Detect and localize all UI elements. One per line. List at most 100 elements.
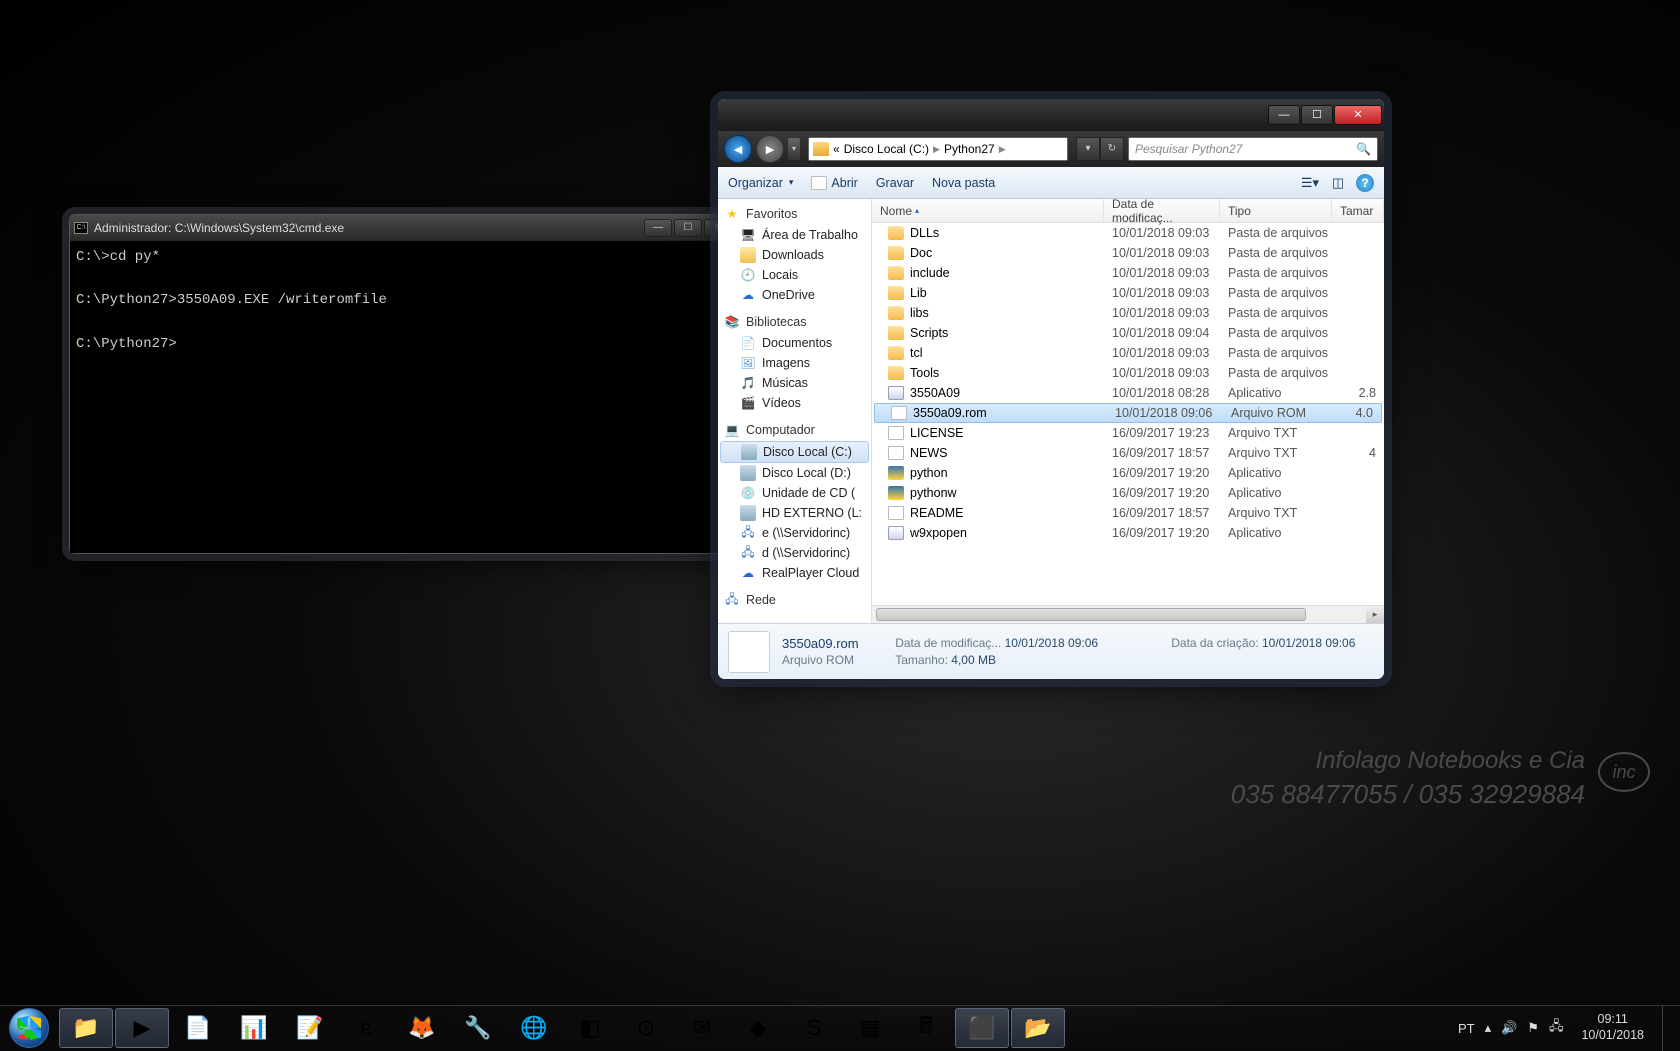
column-name[interactable]: Nome▴ — [872, 199, 1104, 222]
new-folder-button[interactable]: Nova pasta — [932, 176, 995, 190]
cmd-body[interactable]: C:\>cd py* C:\Python27>3550A09.EXE /writ… — [70, 241, 736, 553]
file-row[interactable]: 3550A0910/01/2018 08:28Aplicativo2.8 — [872, 383, 1384, 403]
sidebar-item-pictures[interactable]: 🖼Imagens — [718, 353, 871, 373]
sidebar-item-recent[interactable]: 🕘Locais — [718, 265, 871, 285]
breadcrumb-1[interactable]: Python27 — [944, 142, 995, 156]
taskbar-app-word[interactable]: 📝 — [283, 1008, 337, 1048]
file-row[interactable]: DLLs10/01/2018 09:03Pasta de arquivos — [872, 223, 1384, 243]
flag-icon[interactable]: ⚑ — [1527, 1020, 1539, 1036]
file-row[interactable]: Scripts10/01/2018 09:04Pasta de arquivos — [872, 323, 1384, 343]
file-list[interactable]: DLLs10/01/2018 09:03Pasta de arquivosDoc… — [872, 223, 1384, 605]
taskbar-app-mail[interactable]: ✉ — [675, 1008, 729, 1048]
sidebar-item-drive-d[interactable]: Disco Local (D:) — [718, 463, 871, 483]
refresh-button[interactable]: ↻ — [1100, 137, 1124, 161]
file-row[interactable]: NEWS16/09/2017 18:57Arquivo TXT4 — [872, 443, 1384, 463]
sidebar-item-documents[interactable]: 📄Documentos — [718, 333, 871, 353]
taskbar-app-doc[interactable]: 📄 — [171, 1008, 225, 1048]
taskbar-app-ie[interactable]: e — [339, 1008, 393, 1048]
sidebar-item-cd[interactable]: 💿Unidade de CD ( — [718, 483, 871, 503]
organize-menu[interactable]: Organizar — [728, 176, 793, 190]
preview-pane-button[interactable]: ◫ — [1328, 174, 1348, 192]
taskbar-app-cmd[interactable]: ⬛ — [955, 1008, 1009, 1048]
file-row[interactable]: include10/01/2018 09:03Pasta de arquivos — [872, 263, 1384, 283]
taskbar-app-media[interactable]: ▶ — [115, 1008, 169, 1048]
file-name: DLLs — [910, 226, 939, 240]
taskbar-app-excel[interactable]: 📊 — [227, 1008, 281, 1048]
sidebar-item-hdext[interactable]: HD EXTERNO (L: — [718, 503, 871, 523]
sidebar-item-videos[interactable]: 🎬Vídeos — [718, 393, 871, 413]
taskbar-clock[interactable]: 09:11 10/01/2018 — [1573, 1012, 1652, 1043]
nav-history-dropdown[interactable]: ▾ — [788, 138, 800, 160]
view-mode-button[interactable]: ☰▾ — [1300, 174, 1320, 192]
chevron-right-icon[interactable]: ▶ — [933, 144, 940, 155]
start-button[interactable] — [0, 1006, 58, 1051]
clock-time: 09:11 — [1581, 1012, 1644, 1028]
sidebar-item-onedrive[interactable]: ☁OneDrive — [718, 285, 871, 305]
file-row[interactable]: Tools10/01/2018 09:03Pasta de arquivos — [872, 363, 1384, 383]
sidebar-item-netdrive-e[interactable]: 🖧e (\\Servidorinc) — [718, 523, 871, 543]
file-type: Aplicativo — [1220, 486, 1332, 500]
network-tray-icon[interactable]: 🖧 — [1549, 1017, 1564, 1039]
sidebar-item-drive-c[interactable]: Disco Local (C:) — [720, 441, 869, 463]
sidebar-item-desktop[interactable]: 🖥Área de Trabalho — [718, 225, 871, 245]
file-row[interactable]: pythonw16/09/2017 19:20Aplicativo — [872, 483, 1384, 503]
taskbar-app-teamviewer[interactable]: ⊙ — [619, 1008, 673, 1048]
volume-icon[interactable]: 🔊 — [1501, 1020, 1517, 1036]
search-input[interactable]: Pesquisar Python27 🔍 — [1128, 137, 1378, 161]
taskbar-app-app3[interactable]: ▦ — [843, 1008, 897, 1048]
file-row[interactable]: README16/09/2017 18:57Arquivo TXT — [872, 503, 1384, 523]
cmd-maximize-button[interactable]: ☐ — [674, 219, 702, 237]
chevron-right-icon[interactable]: ▶ — [999, 144, 1006, 155]
sidebar-favorites-header[interactable]: ★Favoritos — [718, 203, 871, 225]
taskbar-app-skype[interactable]: S — [787, 1008, 841, 1048]
breadcrumb-0[interactable]: Disco Local (C:) — [844, 142, 929, 156]
address-bar[interactable]: « Disco Local (C:) ▶ Python27 ▶ — [808, 137, 1068, 161]
sidebar-item-downloads[interactable]: Downloads — [718, 245, 871, 265]
column-size[interactable]: Tamar — [1332, 199, 1384, 222]
file-size: 4 — [1332, 446, 1384, 460]
taskbar-app-app2[interactable]: ◆ — [731, 1008, 785, 1048]
burn-button[interactable]: Gravar — [876, 176, 914, 190]
nav-forward-button[interactable]: ► — [756, 135, 784, 163]
column-date[interactable]: Data de modificaç... — [1104, 199, 1220, 222]
taskbar-app-chrome[interactable]: 🌐 — [507, 1008, 561, 1048]
taskbar-app-calc[interactable]: 🖩 — [899, 1008, 953, 1048]
show-desktop-button[interactable] — [1662, 1006, 1674, 1051]
sidebar-item-music[interactable]: 🎵Músicas — [718, 373, 871, 393]
sidebar-computer-header[interactable]: 💻Computador — [718, 419, 871, 441]
language-indicator[interactable]: PT — [1458, 1021, 1475, 1036]
scroll-thumb[interactable] — [876, 608, 1306, 621]
scroll-right-icon[interactable]: ▸ — [1366, 606, 1384, 623]
file-row[interactable]: LICENSE16/09/2017 19:23Arquivo TXT — [872, 423, 1384, 443]
column-type[interactable]: Tipo — [1220, 199, 1332, 222]
explorer-maximize-button[interactable]: ☐ — [1301, 105, 1333, 125]
horizontal-scrollbar[interactable]: ▸ — [872, 605, 1384, 623]
nav-back-button[interactable]: ◄ — [724, 135, 752, 163]
sidebar-libraries-header[interactable]: 📚Bibliotecas — [718, 311, 871, 333]
cmd-titlebar[interactable]: C:\ Administrador: C:\Windows\System32\c… — [70, 215, 736, 241]
taskbar-app-tool[interactable]: 🔧 — [451, 1008, 505, 1048]
file-row[interactable]: tcl10/01/2018 09:03Pasta de arquivos — [872, 343, 1384, 363]
sidebar-item-netdrive-d[interactable]: 🖧d (\\Servidorinc) — [718, 543, 871, 563]
file-row[interactable]: python16/09/2017 19:20Aplicativo — [872, 463, 1384, 483]
file-row[interactable]: 3550a09.rom10/01/2018 09:06Arquivo ROM4.… — [874, 403, 1382, 423]
sidebar-network-header[interactable]: 🖧Rede — [718, 589, 871, 611]
tray-chevron-icon[interactable]: ▴ — [1485, 1020, 1492, 1036]
taskbar-app-explorer[interactable]: 📁 — [59, 1008, 113, 1048]
help-button[interactable]: ? — [1356, 174, 1374, 192]
search-icon[interactable]: 🔍 — [1356, 142, 1371, 156]
file-row[interactable]: w9xpopen16/09/2017 19:20Aplicativo — [872, 523, 1384, 543]
file-row[interactable]: Doc10/01/2018 09:03Pasta de arquivos — [872, 243, 1384, 263]
explorer-minimize-button[interactable]: — — [1268, 105, 1300, 125]
address-dropdown-button[interactable]: ▾ — [1076, 137, 1100, 161]
sidebar-item-realplayer[interactable]: ☁RealPlayer Cloud — [718, 563, 871, 583]
explorer-titlebar[interactable]: — ☐ ✕ — [718, 99, 1384, 131]
open-button[interactable]: Abrir — [811, 176, 857, 190]
taskbar-app-app1[interactable]: ◧ — [563, 1008, 617, 1048]
file-row[interactable]: Lib10/01/2018 09:03Pasta de arquivos — [872, 283, 1384, 303]
file-row[interactable]: libs10/01/2018 09:03Pasta de arquivos — [872, 303, 1384, 323]
taskbar-app-folder2[interactable]: 📂 — [1011, 1008, 1065, 1048]
explorer-close-button[interactable]: ✕ — [1334, 105, 1382, 125]
taskbar-app-firefox[interactable]: 🦊 — [395, 1008, 449, 1048]
cmd-minimize-button[interactable]: — — [644, 219, 672, 237]
